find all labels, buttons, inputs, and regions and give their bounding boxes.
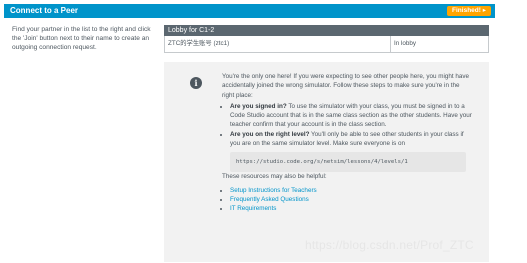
lobby-row-status: In lobby bbox=[394, 40, 417, 47]
faq-link[interactable]: Frequently Asked Questions bbox=[230, 196, 309, 203]
panel-title: Connect to a Peer bbox=[10, 6, 79, 15]
resources-intro: These resources may also be helpful: bbox=[222, 173, 327, 181]
list-item: Frequently Asked Questions bbox=[230, 195, 472, 204]
notice-intro: You're the only one here! If you were ex… bbox=[222, 73, 470, 99]
steps-list: Are you signed in? To use the simulator … bbox=[222, 102, 472, 173]
info-icon: i bbox=[190, 77, 202, 89]
netsim-window: Connect to a Peer Finished! ▸ Find your … bbox=[0, 0, 527, 263]
join-instructions: Find your partner in the list to the rig… bbox=[12, 26, 151, 51]
resource-links: Setup Instructions for Teachers Frequent… bbox=[222, 186, 472, 214]
notice-content: You're the only one here! If you were ex… bbox=[222, 72, 472, 214]
finished-label: Finished! bbox=[452, 7, 481, 14]
step-item: Are you signed in? To use the simulator … bbox=[230, 102, 472, 130]
step-item: Are you on the right level? You'll only … bbox=[230, 130, 472, 173]
setup-instructions-link[interactable]: Setup Instructions for Teachers bbox=[230, 187, 317, 194]
lobby-row-name: ZTC的学生账号 (ztc1) bbox=[165, 36, 391, 52]
chevron-right-icon: ▸ bbox=[482, 7, 486, 14]
lobby-table: Lobby for C1-2 ZTC的学生账号 (ztc1) In lobby bbox=[164, 25, 489, 53]
lobby-title: Lobby for C1-2 bbox=[164, 25, 489, 36]
lobby-row[interactable]: ZTC的学生账号 (ztc1) In lobby bbox=[164, 36, 489, 53]
list-item: IT Requirements bbox=[230, 204, 472, 213]
list-item: Setup Instructions for Teachers bbox=[230, 186, 472, 195]
panel-header: Connect to a Peer Finished! ▸ bbox=[4, 4, 495, 18]
finished-button[interactable]: Finished! ▸ bbox=[447, 6, 491, 16]
it-requirements-link[interactable]: IT Requirements bbox=[230, 205, 276, 212]
step-title: Are you signed in? bbox=[230, 102, 287, 110]
watermark: https://blog.csdn.net/Prof_ZTC bbox=[305, 238, 474, 252]
step-title: Are you on the right level? bbox=[230, 130, 310, 138]
level-url: https://studio.code.org/s/netsim/lessons… bbox=[230, 152, 466, 173]
